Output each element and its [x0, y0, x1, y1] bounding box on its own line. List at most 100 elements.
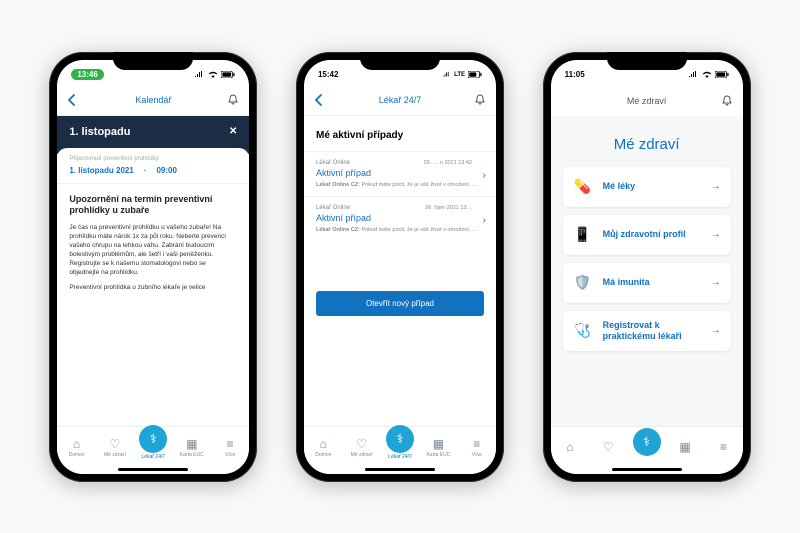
card-body: Je čas na preventivní prohlídku u vašeho…	[57, 223, 249, 293]
case-date: 26. … n 2021 13:42	[424, 160, 472, 166]
bell-icon	[474, 94, 486, 106]
bottom-nav: ⌂Domov ♡Mé zdraví ⚕Lékař 24/7 ▦Karta EUC…	[304, 426, 496, 474]
home-icon: ⌂	[566, 440, 573, 454]
arrow-right-icon: →	[711, 325, 721, 336]
back-button[interactable]	[314, 94, 322, 106]
nav-more[interactable]: ≡Více	[211, 437, 249, 458]
arrow-right-icon: →	[711, 277, 721, 288]
notch	[113, 52, 193, 70]
card-p2: Preventivní prohlídka u zubního lékaře j…	[69, 283, 237, 292]
close-button[interactable]: ✕	[229, 126, 237, 137]
nav-more[interactable]: ≡Více	[458, 437, 496, 458]
shield-icon: 🛡️	[573, 271, 593, 295]
schedule-row[interactable]: 1. listopadu 2021 · 09:00	[57, 164, 249, 184]
status-icons	[195, 71, 235, 78]
chevron-left-icon	[314, 94, 322, 106]
nav-health[interactable]: ♡	[589, 440, 627, 454]
case-date: 26. říjen 2021 13…	[425, 205, 472, 211]
new-case-button[interactable]: Otevřít nový případ	[316, 291, 484, 316]
nav-card[interactable]: ▦Karta EUC	[173, 437, 211, 458]
phone-my-health: 11:05 Mé zdraví Mé zdraví 💊 Mé léky → 📱 …	[543, 52, 751, 482]
nav-card[interactable]: ▦Karta EUC	[419, 437, 457, 458]
notification-button[interactable]	[721, 95, 733, 107]
nav-card[interactable]: ▦	[666, 440, 704, 454]
chevron-right-icon: ›	[483, 215, 486, 226]
banner-date: 1. listopadu	[69, 126, 130, 138]
notification-button[interactable]	[474, 94, 486, 106]
home-icon: ⌂	[320, 437, 327, 451]
menu-health-profile[interactable]: 📱 Můj zdravotní profil →	[563, 215, 731, 255]
heart-icon: ♡	[603, 440, 614, 454]
battery-icon	[221, 71, 235, 78]
home-indicator[interactable]	[365, 468, 435, 471]
case-msg: Lékař Online CZ: Pokud máte pocit, že je…	[316, 227, 484, 233]
reminder-label: Připomenutí preventivní prohlídky	[57, 148, 249, 164]
status-time: 15:42	[318, 70, 338, 79]
notch	[360, 52, 440, 70]
schedule-date: 1. listopadu 2021	[69, 166, 133, 175]
wifi-icon	[702, 71, 712, 78]
case-item[interactable]: Lékař Online Aktivní případ 26. říjen 20…	[304, 196, 496, 241]
page-title: Mé zdraví	[551, 116, 743, 167]
schedule-sep: ·	[144, 166, 147, 175]
header-title: Mé zdraví	[627, 96, 667, 106]
home-icon: ⌂	[73, 437, 80, 451]
nav-more[interactable]: ≡	[704, 440, 742, 454]
case-msg: Lékař Online CZ: Pokud máte pocit, že je…	[316, 182, 484, 188]
heart-icon: ♡	[356, 437, 367, 451]
phone-cases: 15:42 LTE Lékař 24/7 Mé aktivní případy …	[296, 52, 504, 482]
nav-health[interactable]: ♡Mé zdraví	[96, 437, 134, 458]
arrow-right-icon: →	[711, 181, 721, 192]
phone-icon: 📱	[573, 223, 593, 247]
case-name: Aktivní případ	[316, 213, 484, 223]
status-time: 11:05	[565, 70, 585, 79]
home-indicator[interactable]	[612, 468, 682, 471]
menu-label: Má imunita	[603, 277, 711, 288]
schedule-time: 09:00	[156, 166, 176, 175]
header: Kalendář	[57, 86, 249, 116]
notification-button[interactable]	[227, 94, 239, 106]
nav-home[interactable]: ⌂Domov	[57, 437, 95, 458]
menu-label: Registrovat k praktickému lékaři	[603, 320, 711, 342]
qr-icon: ▦	[679, 440, 690, 454]
stethoscope-icon: ⚕	[386, 425, 414, 453]
bottom-nav: ⌂ ♡ ⚕ ▦ ≡	[551, 426, 743, 474]
menu-immunity[interactable]: 🛡️ Má imunita →	[563, 263, 731, 303]
network-label: LTE	[454, 72, 465, 78]
nav-home[interactable]: ⌂Domov	[304, 437, 342, 458]
back-button[interactable]	[67, 94, 75, 106]
signal-icon	[689, 71, 699, 78]
phone-calendar: 13:46 Kalendář 1. listopadu ✕ Připomenut…	[49, 52, 257, 482]
nav-health[interactable]: ♡Mé zdraví	[342, 437, 380, 458]
arrow-right-icon: →	[711, 229, 721, 240]
header-title: Kalendář	[135, 95, 171, 105]
home-indicator[interactable]	[118, 468, 188, 471]
menu-my-meds[interactable]: 💊 Mé léky →	[563, 167, 731, 207]
stethoscope-icon: ⚕	[139, 425, 167, 453]
case-item[interactable]: Lékař Online Aktivní případ 26. … n 2021…	[304, 151, 496, 196]
header: Lékař 24/7	[304, 86, 496, 116]
battery-icon	[715, 71, 729, 78]
section-title: Mé aktivní případy	[304, 116, 496, 151]
nav-doctor[interactable]: ⚕Lékař 24/7	[381, 435, 419, 460]
status-icons: LTE	[443, 71, 482, 78]
signal-icon	[195, 71, 205, 78]
qr-icon: ▦	[186, 437, 197, 451]
menu-icon: ≡	[473, 437, 480, 451]
wifi-icon	[208, 71, 218, 78]
reminder-card: Připomenutí preventivní prohlídky 1. lis…	[57, 148, 249, 293]
chevron-right-icon: ›	[483, 170, 486, 181]
nav-home[interactable]: ⌂	[551, 440, 589, 454]
menu-register-doctor[interactable]: 🩺 Registrovat k praktickému lékaři →	[563, 311, 731, 351]
battery-icon	[468, 71, 482, 78]
menu-icon: ≡	[227, 437, 234, 451]
qr-icon: ▦	[433, 437, 444, 451]
doctor-icon: 🩺	[573, 319, 593, 343]
card-title: Upozornění na termín preventivní prohlíd…	[57, 184, 249, 223]
nav-doctor[interactable]: ⚕Lékař 24/7	[134, 435, 172, 460]
nav-doctor[interactable]: ⚕	[627, 438, 665, 456]
case-name: Aktivní případ	[316, 168, 484, 178]
status-icons	[689, 71, 729, 78]
status-time-pill: 13:46	[71, 69, 103, 80]
menu-label: Můj zdravotní profil	[603, 229, 711, 240]
